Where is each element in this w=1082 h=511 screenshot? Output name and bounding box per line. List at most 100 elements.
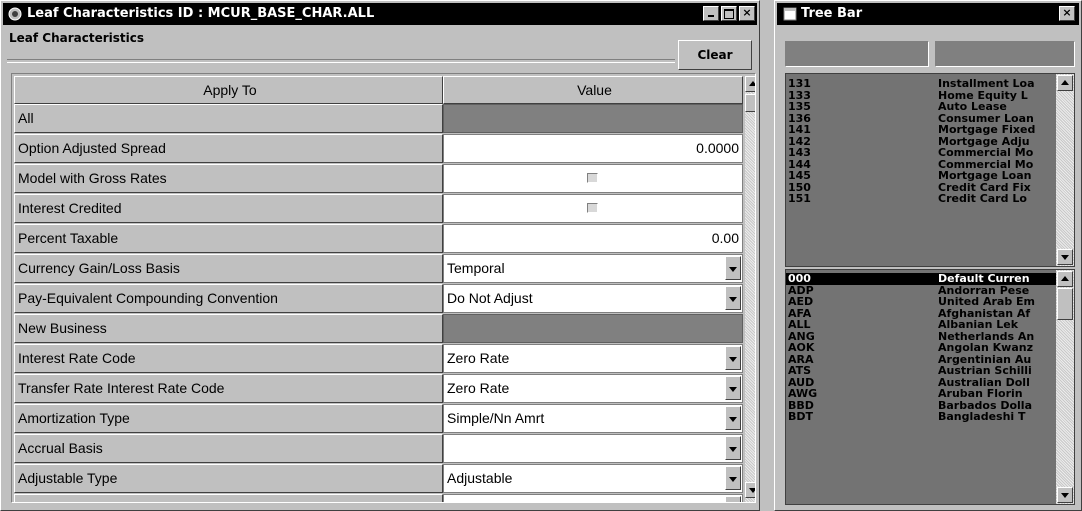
- list-item[interactable]: 136 Consumer Loan: [786, 112, 1056, 125]
- dropdown-field[interactable]: Zero Rate: [443, 374, 743, 403]
- row-label: Pay-Equivalent Compounding Convention: [14, 284, 443, 313]
- list-item[interactable]: AWG Aruban Florin: [786, 388, 1056, 400]
- window-title: Leaf Characteristics ID : MCUR_BASE_CHAR…: [27, 6, 375, 21]
- dropdown-arrow-icon[interactable]: [725, 346, 741, 370]
- currency-list-scroll-up[interactable]: [1057, 271, 1073, 287]
- item-description: Netherlands An: [938, 330, 1035, 342]
- item-description: Mortgage Adju: [938, 135, 1030, 147]
- list-item[interactable]: 143 Commercial Mo: [786, 147, 1056, 159]
- list-item[interactable]: ANG Netherlands An: [786, 330, 1056, 343]
- dropdown-arrow-icon[interactable]: [725, 436, 741, 460]
- currency-list-scroll-down[interactable]: [1057, 487, 1073, 503]
- list-item[interactable]: 135 Auto Lease: [786, 101, 1056, 113]
- list-item[interactable]: 141 Mortgage Fixed: [786, 124, 1056, 136]
- dropdown-arrow-icon[interactable]: [725, 406, 741, 430]
- leaf-list-scroll-down[interactable]: [1057, 249, 1073, 265]
- clear-button[interactable]: Clear: [678, 40, 752, 70]
- minimize-button[interactable]: [703, 6, 719, 21]
- dropdown-arrow-icon[interactable]: [725, 256, 741, 280]
- value-text: 0.0000: [696, 140, 739, 156]
- tree-field-1[interactable]: [785, 41, 929, 67]
- item-description: Installment Loa: [938, 78, 1035, 90]
- item-description: Credit Card Lo: [938, 193, 1027, 205]
- list-item[interactable]: AUD Australian Doll: [786, 376, 1056, 389]
- list-item[interactable]: 000 Default Curren: [786, 273, 1056, 285]
- item-description: Aruban Florin: [938, 388, 1023, 400]
- list-item[interactable]: ADP Andorran Pese: [786, 284, 1056, 297]
- maximize-button[interactable]: [721, 6, 737, 21]
- dropdown-field[interactable]: [443, 434, 743, 463]
- dropdown-field[interactable]: Simple/Nn Amrt: [443, 404, 743, 433]
- list-item[interactable]: 133 Home Equity L: [786, 89, 1056, 102]
- close-icon[interactable]: ×: [739, 6, 755, 21]
- dropdown-arrow-icon[interactable]: [725, 496, 741, 502]
- checkbox[interactable]: [587, 173, 598, 183]
- dropdown-field[interactable]: Temporal: [443, 254, 743, 283]
- item-code: AWG: [788, 387, 818, 400]
- checkbox[interactable]: [587, 203, 598, 213]
- tree-bar-close-icon[interactable]: ×: [1059, 6, 1075, 21]
- list-item[interactable]: 144 Commercial Mo: [786, 158, 1056, 171]
- leaf-list-items: 131 Installment Loa 133 Home Equity L 135 Aut…: [786, 78, 1074, 205]
- currency-list-scroll-thumb[interactable]: [1057, 288, 1073, 320]
- tree-field-2[interactable]: [935, 41, 1075, 67]
- list-item[interactable]: BDT Bangladeshi T: [786, 411, 1056, 423]
- value-text: Temporal: [447, 260, 505, 276]
- scroll-up-button[interactable]: [745, 76, 755, 92]
- item-description: Home Equity L: [938, 89, 1028, 101]
- scroll-thumb[interactable]: [745, 94, 755, 112]
- list-item[interactable]: ALL Albanian Lek: [786, 319, 1056, 331]
- currency-list-scrollbar[interactable]: [1056, 270, 1074, 504]
- title-bar[interactable]: Leaf Characteristics ID : MCUR_BASE_CHAR…: [3, 3, 757, 25]
- number-field[interactable]: 0.00: [443, 224, 743, 253]
- leaf-list[interactable]: 131 Installment Loa 133 Home Equity L 135 Aut…: [785, 73, 1075, 267]
- item-code: 131: [788, 77, 811, 90]
- item-code: 135: [788, 100, 811, 113]
- list-item[interactable]: 131 Installment Loa: [786, 78, 1056, 90]
- dropdown-field[interactable]: Adjustable: [443, 464, 743, 493]
- column-header-value[interactable]: Value: [443, 76, 743, 104]
- list-item[interactable]: 150 Credit Card Fix: [786, 181, 1056, 194]
- list-item[interactable]: BBD Barbados Dolla: [786, 399, 1056, 412]
- currency-list-items: 000 Default Curren ADP Andorran Pese AED Unit…: [786, 273, 1074, 423]
- list-item[interactable]: ARA Argentinian Au: [786, 353, 1056, 366]
- list-item[interactable]: AFA Afghanistan Af: [786, 307, 1056, 320]
- list-item[interactable]: AED United Arab Em: [786, 296, 1056, 308]
- characteristics-grid: Apply To Value All Option Adjusted Spread…: [11, 73, 756, 503]
- list-item[interactable]: 142 Mortgage Adju: [786, 135, 1056, 148]
- checkbox-cell[interactable]: [443, 194, 743, 223]
- row-label: Adjustable Type: [14, 464, 443, 493]
- tree-bar-title: Tree Bar: [801, 6, 863, 21]
- dropdown-arrow-icon[interactable]: [725, 286, 741, 310]
- number-field[interactable]: 0.0000: [443, 134, 743, 163]
- list-item[interactable]: 151 Credit Card Lo: [786, 193, 1056, 205]
- dropdown-field[interactable]: Do Not Adjust: [443, 284, 743, 313]
- section-label: New Business: [14, 314, 443, 343]
- section-value-cell: [443, 104, 743, 133]
- item-description: Auto Lease: [938, 101, 1007, 113]
- row-label: Percent Taxable: [14, 224, 443, 253]
- currency-list[interactable]: 000 Default Curren ADP Andorran Pese AED Unit…: [785, 269, 1075, 505]
- item-code: 143: [788, 146, 811, 159]
- scroll-down-button[interactable]: [745, 482, 755, 498]
- column-header-apply-to[interactable]: Apply To: [14, 76, 443, 104]
- tree-bar-title-bar[interactable]: Tree Bar ×: [777, 3, 1079, 25]
- list-item[interactable]: ATS Austrian Schilli: [786, 365, 1056, 377]
- vertical-scrollbar[interactable]: [745, 76, 755, 502]
- leaf-list-scroll-up[interactable]: [1057, 75, 1073, 91]
- checkbox-cell[interactable]: [443, 164, 743, 193]
- list-item[interactable]: AOK Angolan Kwanz: [786, 342, 1056, 354]
- dropdown-field[interactable]: Zero Rate: [443, 344, 743, 373]
- item-code: 141: [788, 123, 811, 136]
- list-item[interactable]: 145 Mortgage Loan: [786, 170, 1056, 182]
- dropdown-arrow-icon[interactable]: [725, 376, 741, 400]
- item-description: Mortgage Loan: [938, 170, 1032, 182]
- dropdown-arrow-icon[interactable]: [725, 466, 741, 490]
- leaf-list-scrollbar[interactable]: [1056, 74, 1074, 266]
- item-code: ALL: [788, 318, 811, 331]
- row-label: Accrual Basis: [14, 434, 443, 463]
- dropdown-field[interactable]: [443, 494, 743, 502]
- row-label: Option Adjusted Spread: [14, 134, 443, 163]
- section-label: All: [14, 104, 443, 133]
- row-label: Model with Gross Rates: [14, 164, 443, 193]
